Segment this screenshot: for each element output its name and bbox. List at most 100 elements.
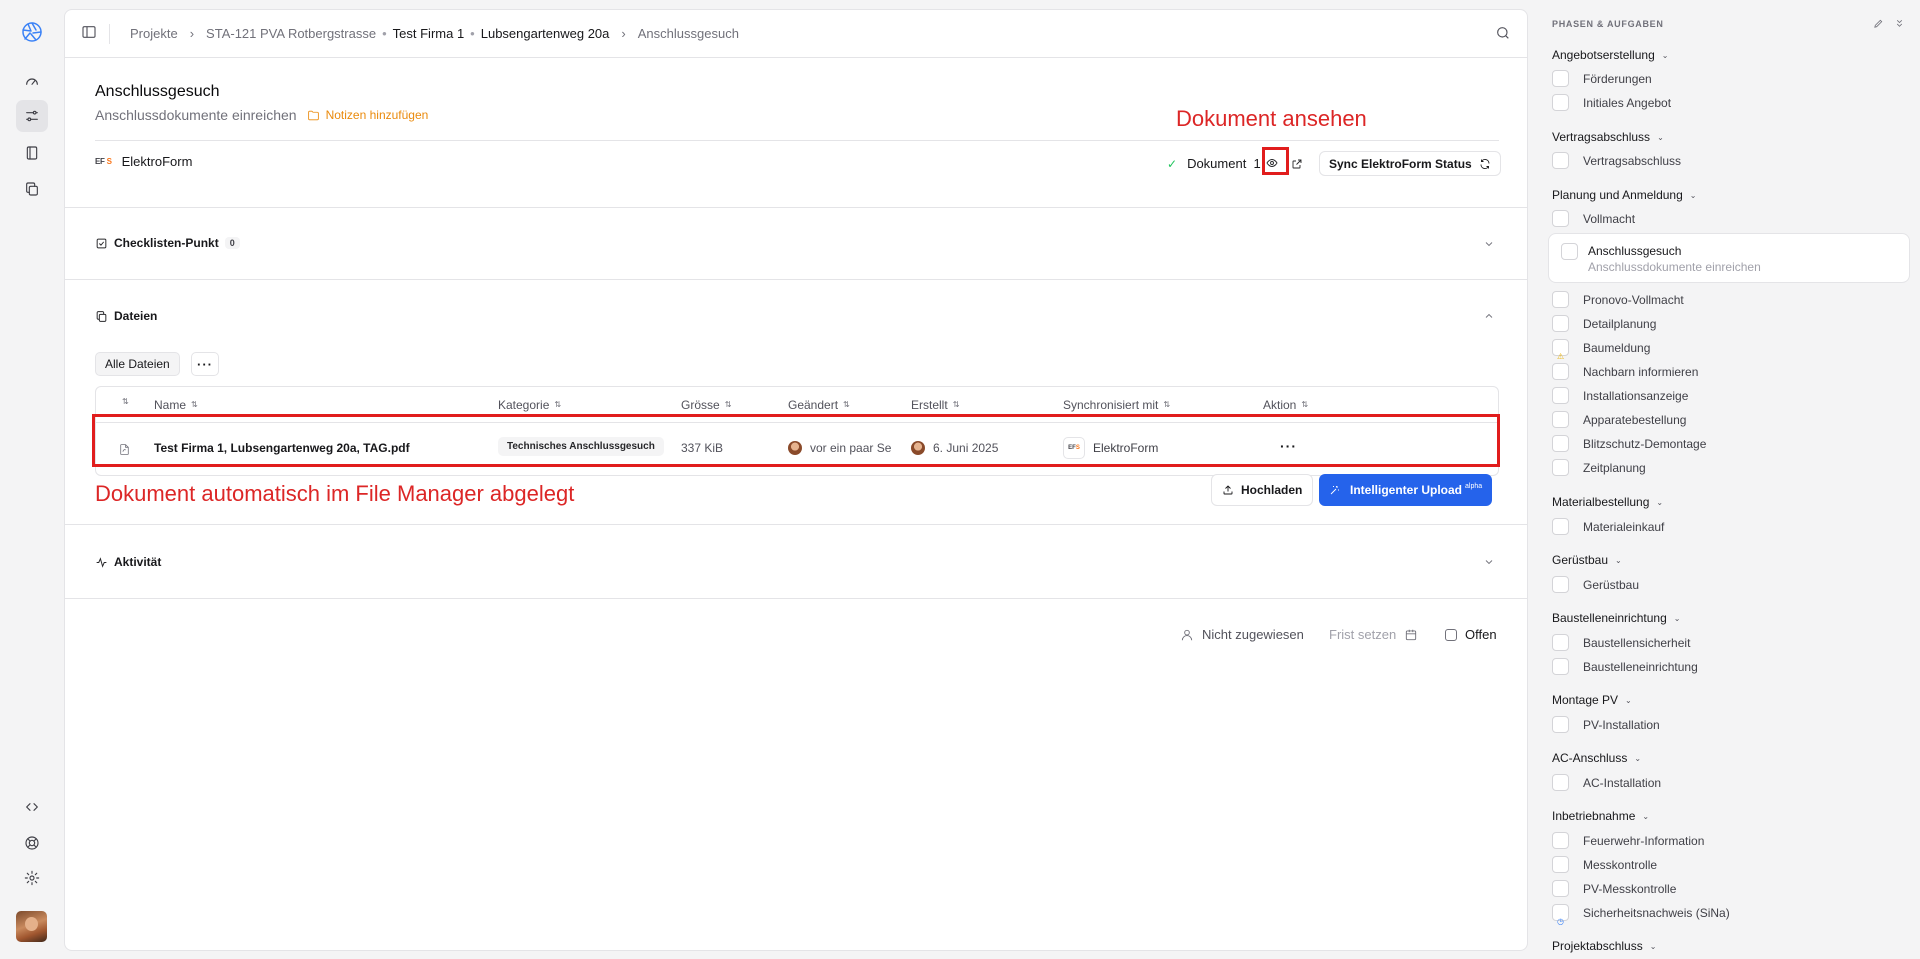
checklist-section-header[interactable]: Checklisten-Punkt 0: [95, 236, 240, 250]
task-anschlussgesuch-selected[interactable]: Anschlussgesuch Anschlussdokumente einre…: [1548, 233, 1910, 283]
search-icon[interactable]: [1495, 25, 1511, 44]
phase-inbetriebnahme[interactable]: Inbetriebnahme ⌄: [1552, 809, 1649, 823]
annotation-highlight-box: [1262, 147, 1289, 175]
chevron-down-icon[interactable]: [1483, 238, 1497, 252]
column-created[interactable]: Erstellt ⇅: [911, 398, 959, 412]
column-size[interactable]: Grösse ⇅: [681, 398, 731, 412]
top-bar: Projekte › STA-121 PVA Rotbergstrasse • …: [65, 10, 1527, 58]
task-materialeinkauf[interactable]: Materialeinkauf: [1552, 518, 1664, 535]
more-options-button[interactable]: ···: [191, 352, 219, 376]
phase-baustelleneinrichtung[interactable]: Baustelleneinrichtung ⌄: [1552, 611, 1680, 625]
chevron-down-icon: ⌄: [1657, 132, 1664, 142]
assignee-selector[interactable]: Nicht zugewiesen: [1180, 627, 1304, 642]
phase-ac-anschluss[interactable]: AC-Anschluss ⌄: [1552, 751, 1641, 765]
settings-gear-icon[interactable]: [16, 862, 48, 894]
tab-all-files[interactable]: Alle Dateien: [95, 352, 180, 376]
calendar-icon: [1406, 629, 1417, 640]
chevron-up-icon[interactable]: [1483, 310, 1497, 324]
collapse-chevrons-icon[interactable]: [1894, 18, 1905, 29]
refresh-icon: [1480, 158, 1490, 169]
task-foerderungen[interactable]: Förderungen: [1552, 70, 1652, 87]
column-action[interactable]: Aktion ⇅: [1263, 398, 1308, 412]
task-blitzschutz-demontage[interactable]: Blitzschutz-Demontage: [1552, 435, 1706, 452]
chevron-down-icon: ⌄: [1673, 613, 1681, 623]
help-lifebuoy-icon[interactable]: [16, 827, 48, 859]
phase-geruestbau[interactable]: Gerüstbau ⌄: [1552, 553, 1622, 567]
activity-section-header[interactable]: Aktivität: [95, 555, 161, 569]
divider: [65, 279, 1527, 280]
task-feuerwehr-information[interactable]: Feuerwehr-Information: [1552, 832, 1704, 849]
elektroform-logo: EF S: [95, 157, 112, 166]
settings-sliders-icon[interactable]: [16, 100, 48, 132]
phases-heading: PHASEN & AUFGABEN: [1552, 19, 1664, 29]
chevron-down-icon[interactable]: [1483, 556, 1497, 570]
phase-angebotserstellung[interactable]: Angebotserstellung ⌄: [1552, 48, 1668, 62]
activity-pulse-icon: [96, 556, 107, 568]
task-pronovo-vollmacht[interactable]: Pronovo-Vollmacht: [1552, 291, 1684, 308]
task-vollmacht[interactable]: Vollmacht: [1552, 210, 1635, 227]
status-checkbox[interactable]: [1445, 628, 1457, 641]
files-section-header[interactable]: Dateien: [95, 309, 157, 323]
task-messkontrolle[interactable]: Messkontrolle: [1552, 856, 1657, 873]
warning-icon: ⚠: [1557, 352, 1565, 361]
task-baustellensicherheit[interactable]: Baustellensicherheit: [1552, 634, 1690, 651]
task-detailplanung[interactable]: Detailplanung: [1552, 315, 1656, 332]
column-name[interactable]: Name ⇅: [154, 398, 198, 412]
phase-projektabschluss[interactable]: Projektabschluss ⌄: [1552, 939, 1656, 953]
breadcrumb-project[interactable]: STA-121 PVA Rotbergstrasse: [206, 26, 376, 41]
task-pv-messkontrolle[interactable]: PV-Messkontrolle: [1552, 880, 1676, 897]
user-icon: [1181, 629, 1193, 640]
column-changed[interactable]: Geändert ⇅: [788, 398, 850, 412]
open-external-button[interactable]: [1288, 155, 1306, 173]
breadcrumb-address[interactable]: Lubsengartenweg 20a: [481, 26, 610, 41]
code-icon[interactable]: [16, 791, 48, 823]
chevron-down-icon: ⌄: [1656, 497, 1664, 507]
task-vertragsabschluss[interactable]: Vertragsabschluss: [1552, 152, 1681, 169]
add-notes-link[interactable]: Notizen hinzufügen: [307, 108, 428, 122]
divider: [95, 140, 1499, 141]
chevron-down-icon: ⌄: [1661, 50, 1669, 60]
user-avatar[interactable]: [16, 911, 47, 942]
divider: [65, 598, 1527, 599]
annotation-view-document: Dokument ansehen: [1176, 106, 1367, 131]
divider: [65, 524, 1527, 525]
task-initiales-angebot[interactable]: Initiales Angebot: [1552, 94, 1671, 111]
dashboard-gauge-icon[interactable]: [16, 65, 48, 97]
task-pv-installation[interactable]: PV-Installation: [1552, 716, 1660, 733]
phase-materialbestellung[interactable]: Materialbestellung ⌄: [1552, 495, 1663, 509]
magic-wand-icon: [1330, 486, 1339, 495]
sort-all-icon[interactable]: ⇅: [117, 398, 129, 406]
task-installationsanzeige[interactable]: Installationsanzeige: [1552, 387, 1688, 404]
sync-status-button[interactable]: Sync ElektroForm Status: [1319, 151, 1501, 176]
task-baumeldung[interactable]: ⚠ Baumeldung: [1552, 339, 1650, 361]
status-toggle[interactable]: Offen: [1445, 627, 1497, 642]
task-geruestbau[interactable]: Gerüstbau: [1552, 576, 1639, 593]
smart-upload-button[interactable]: Intelligenter Upload alpha: [1319, 474, 1493, 506]
breadcrumb-company[interactable]: Test Firma 1: [393, 26, 465, 41]
task-ac-installation[interactable]: AC-Installation: [1552, 774, 1661, 791]
annotation-file-manager: Dokument automatisch im File Manager abg…: [95, 481, 575, 506]
document-status: ✓ Dokument 1: [1167, 156, 1261, 171]
phase-vertragsabschluss[interactable]: Vertragsabschluss ⌄: [1552, 130, 1664, 144]
sidebar-toggle-icon[interactable]: [81, 24, 99, 42]
phase-planung-und-anmeldung[interactable]: Planung und Anmeldung ⌄: [1552, 188, 1696, 202]
task-nachbarn-informieren[interactable]: Nachbarn informieren: [1552, 363, 1698, 380]
clock-icon: ◷: [1557, 917, 1564, 926]
task-zeitplanung[interactable]: Zeitplanung: [1552, 459, 1646, 476]
divider: [65, 207, 1527, 208]
separator-dot: •: [382, 26, 387, 41]
upload-button[interactable]: Hochladen: [1211, 474, 1314, 506]
column-synced[interactable]: Synchronisiert mit ⇅: [1063, 398, 1170, 412]
notebook-icon[interactable]: [16, 137, 48, 169]
breadcrumb-projects[interactable]: Projekte: [130, 26, 178, 41]
edit-pencil-icon[interactable]: [1873, 18, 1884, 29]
task-baustelleneinrichtung[interactable]: Baustelleneinrichtung: [1552, 658, 1698, 675]
chevron-down-icon: ⌄: [1634, 753, 1642, 763]
deadline-picker[interactable]: Frist setzen: [1329, 627, 1418, 642]
phase-montage-pv[interactable]: Montage PV ⌄: [1552, 693, 1632, 707]
task-sicherheitsnachweis[interactable]: ◷ Sicherheitsnachweis (SiNa): [1552, 904, 1730, 926]
task-apparatebestellung[interactable]: Apparatebestellung: [1552, 411, 1686, 428]
app-logo-icon[interactable]: [16, 16, 48, 48]
documents-copy-icon[interactable]: [16, 173, 48, 205]
column-category[interactable]: Kategorie ⇅: [498, 398, 561, 412]
